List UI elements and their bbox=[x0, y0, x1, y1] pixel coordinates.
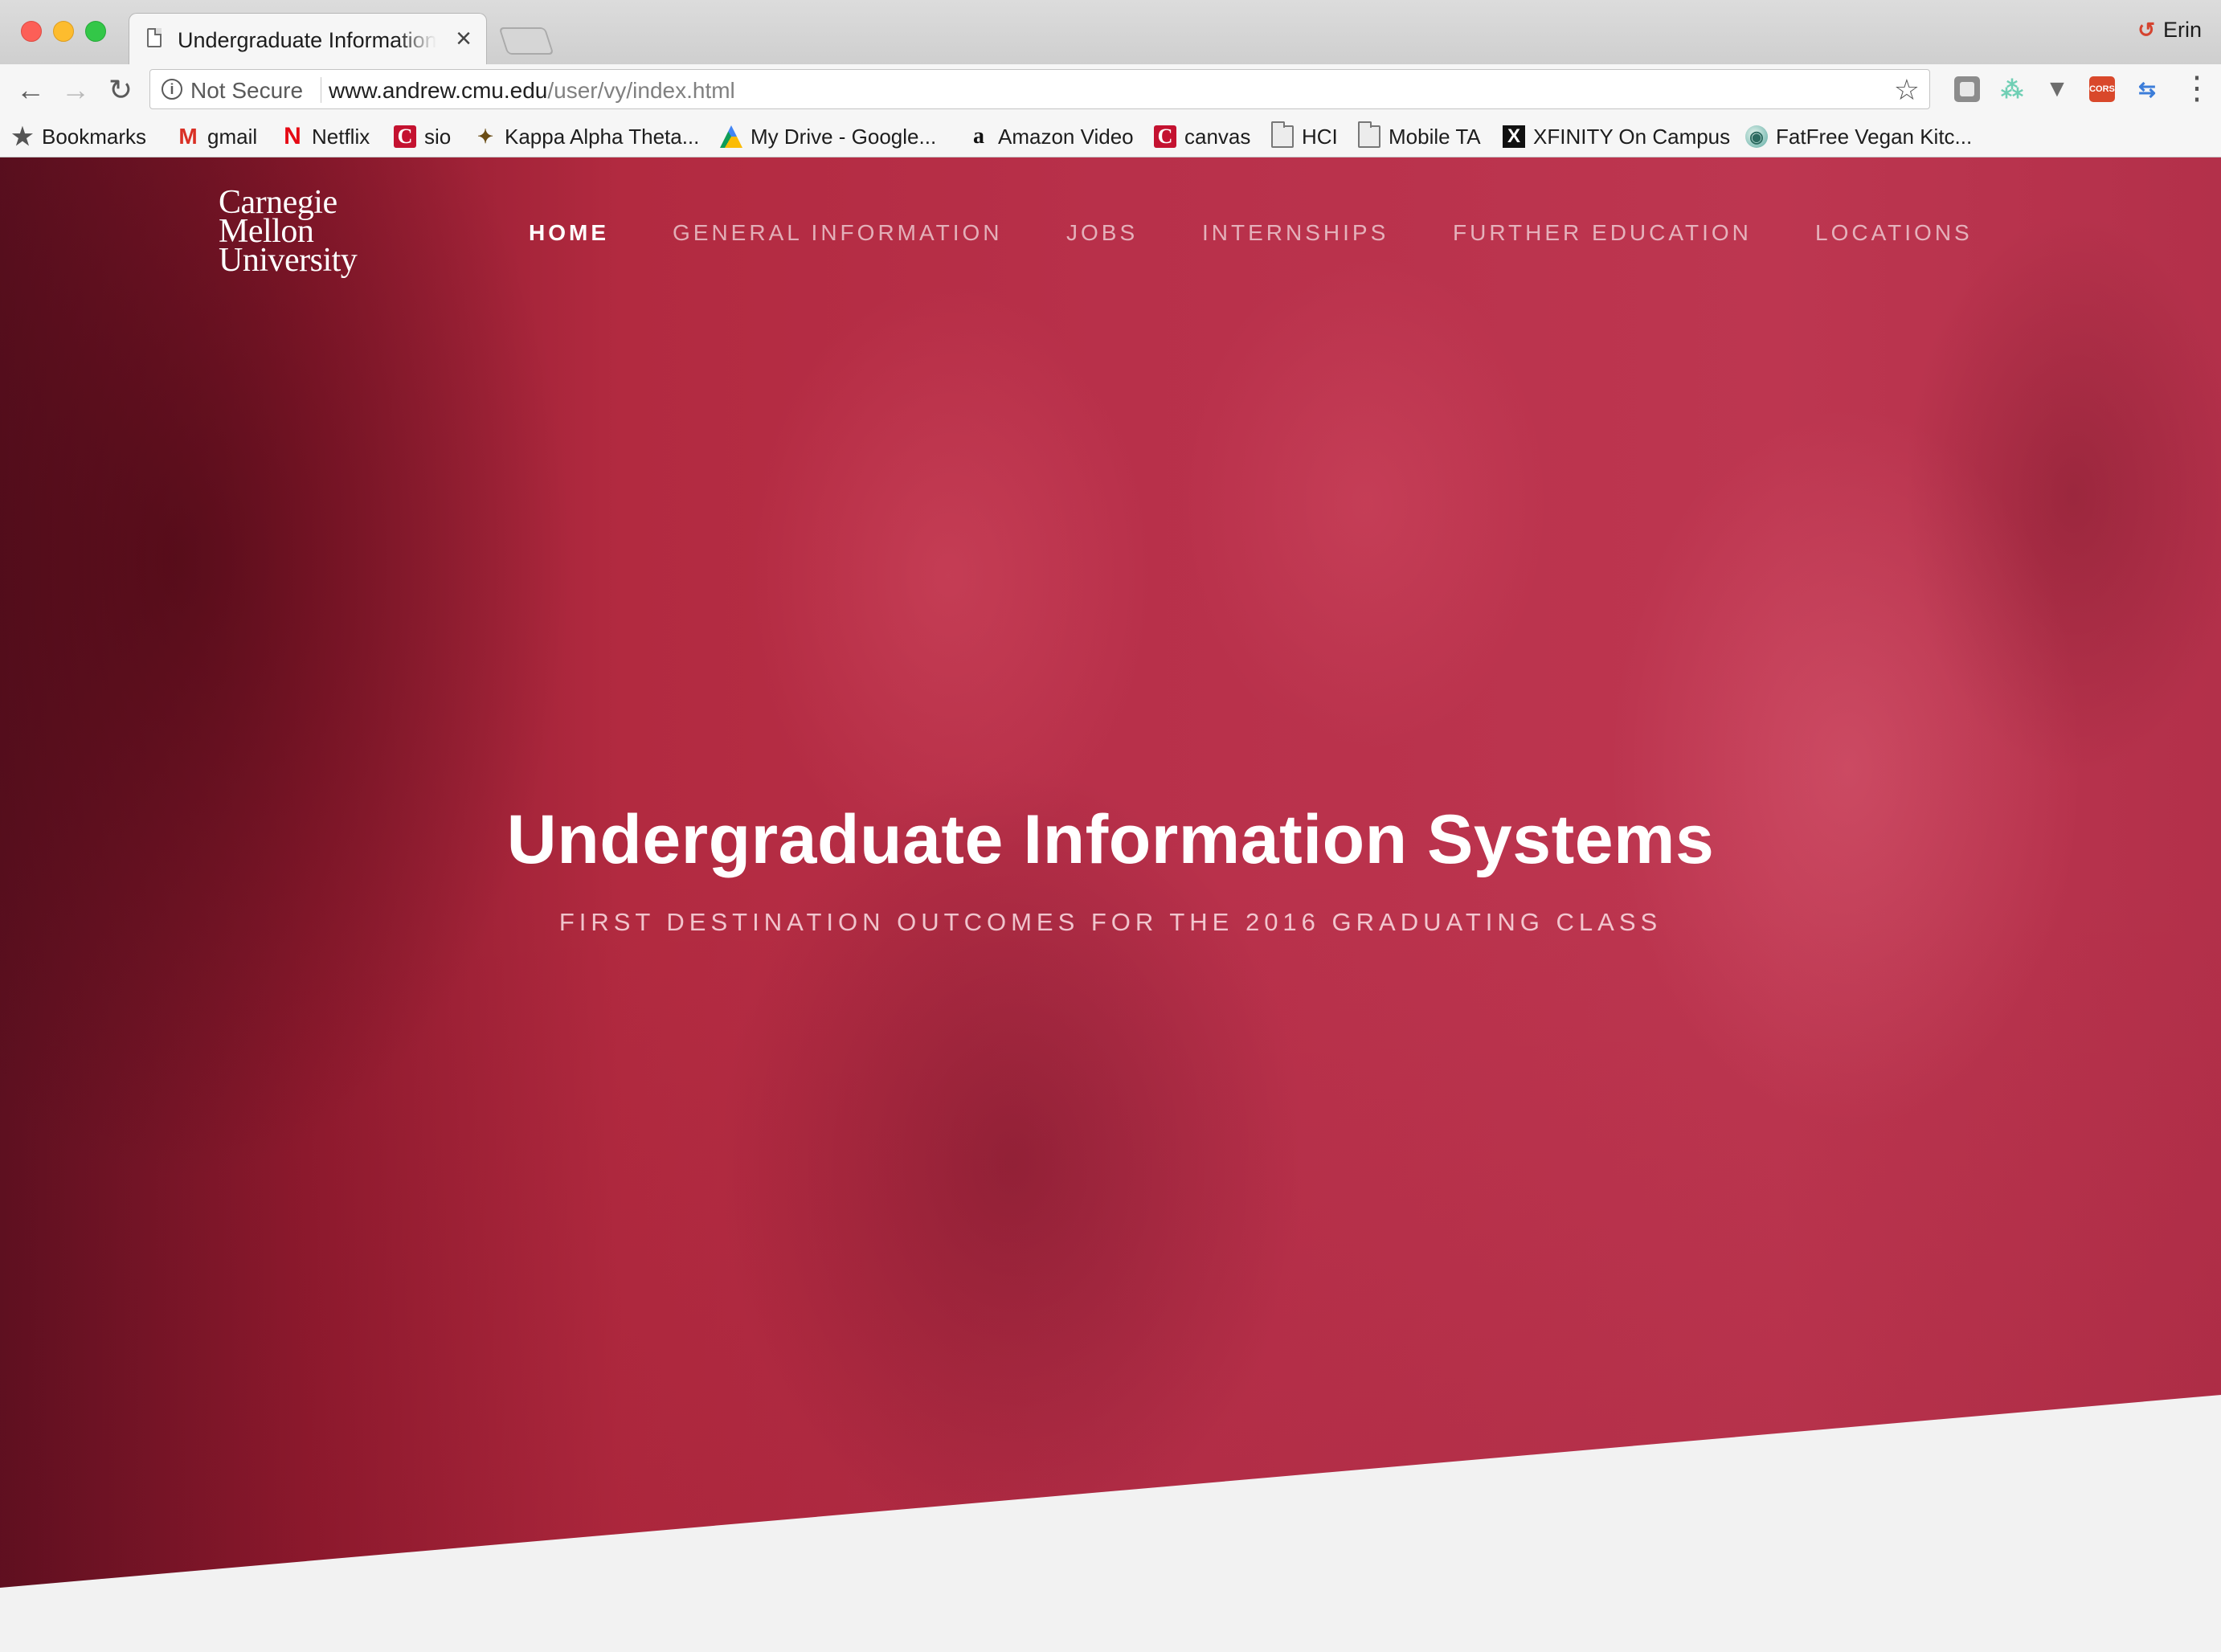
bookmark-label: Kappa Alpha Theta... bbox=[505, 124, 700, 149]
main-nav: HOME GENERAL INFORMATION JOBS INTERNSHIP… bbox=[0, 220, 2221, 252]
extension-network-icon[interactable]: ⁂ bbox=[1999, 76, 2025, 102]
tab-strip: Undergraduate Information Systems × ↺ Er… bbox=[0, 0, 2221, 65]
bookmark-gmail[interactable]: M gmail bbox=[177, 122, 257, 151]
extension-arrows-icon[interactable]: ⇆ bbox=[2134, 76, 2160, 102]
browser-chrome: Undergraduate Information Systems × ↺ Er… bbox=[0, 0, 2221, 157]
sync-error-icon: ↺ bbox=[2137, 18, 2155, 42]
cmu-icon: C bbox=[1154, 125, 1176, 148]
back-icon[interactable]: ← bbox=[13, 72, 48, 108]
folder-icon bbox=[1271, 121, 1294, 148]
bookmark-label: FatFree Vegan Kitc... bbox=[1776, 124, 1973, 149]
window-close-button[interactable] bbox=[21, 21, 42, 42]
bookmark-label: Amazon Video bbox=[998, 124, 1134, 149]
bookmark-hci-folder[interactable]: HCI bbox=[1271, 121, 1338, 151]
bookmark-label: My Drive - Google... bbox=[751, 124, 937, 149]
folder-icon bbox=[1358, 121, 1380, 148]
bookmark-label: HCI bbox=[1302, 124, 1338, 149]
nav-internships[interactable]: INTERNSHIPS bbox=[1202, 220, 1389, 246]
netflix-icon: N bbox=[284, 123, 301, 149]
hero-subtitle: FIRST DESTINATION OUTCOMES FOR THE 2016 … bbox=[558, 908, 1663, 936]
bookmark-label: XFINITY On Campus bbox=[1533, 124, 1731, 149]
browser-tab[interactable]: Undergraduate Information Systems × bbox=[129, 13, 487, 64]
bookmark-mobile-ta-folder[interactable]: Mobile TA bbox=[1358, 121, 1481, 151]
extension-shield-icon[interactable] bbox=[1954, 76, 1980, 102]
bookmark-sio[interactable]: C sio bbox=[394, 122, 451, 151]
extension-v-icon[interactable]: ▼ bbox=[2044, 76, 2070, 102]
bookmark-label: gmail bbox=[207, 124, 258, 149]
hero-section: Carnegie Mellon University HOME GENERAL … bbox=[0, 157, 2221, 1588]
url-text[interactable]: www.andrew.cmu.edu/user/vy/index.html bbox=[329, 78, 735, 104]
kappa-icon: ✦ bbox=[477, 125, 494, 148]
security-label[interactable]: Not Secure bbox=[190, 78, 303, 104]
cmu-icon: C bbox=[394, 125, 416, 148]
bookmark-label: Netflix bbox=[312, 124, 370, 149]
page-viewport[interactable]: Carnegie Mellon University HOME GENERAL … bbox=[0, 157, 2221, 1652]
fatfree-icon: ◉ bbox=[1745, 125, 1768, 148]
new-tab-button[interactable] bbox=[498, 27, 554, 55]
window-maximize-button[interactable] bbox=[85, 21, 106, 42]
xfinity-icon: X bbox=[1503, 125, 1525, 148]
browser-toolbar: ← → ↻ i Not Secure www.andrew.cmu.edu/us… bbox=[0, 64, 2221, 116]
nav-home[interactable]: HOME bbox=[529, 220, 609, 246]
bookmark-xfinity[interactable]: X XFINITY On Campus bbox=[1503, 122, 1730, 151]
bookmark-label: sio bbox=[424, 124, 452, 149]
bookmark-bookmarks[interactable]: ★ Bookmarks bbox=[11, 122, 147, 151]
browser-menu-icon[interactable]: ⋮ bbox=[2181, 71, 2213, 106]
extension-cors-icon[interactable]: CORS bbox=[2089, 76, 2115, 102]
url-path: /user/vy/index.html bbox=[547, 78, 735, 103]
tab-title: Undergraduate Information Systems bbox=[178, 28, 436, 52]
amazon-icon: a bbox=[973, 124, 984, 149]
profile-name: Erin bbox=[2162, 18, 2202, 42]
tab-close-icon[interactable]: × bbox=[456, 23, 472, 55]
nav-further-education[interactable]: FURTHER EDUCATION bbox=[1453, 220, 1752, 246]
bookmark-star-icon[interactable]: ☆ bbox=[1894, 73, 1920, 107]
nav-jobs[interactable]: JOBS bbox=[1066, 220, 1138, 246]
bookmark-fatfree-vegan[interactable]: ◉ FatFree Vegan Kitc... bbox=[1745, 122, 1972, 151]
google-drive-icon bbox=[720, 125, 742, 148]
window-minimize-button[interactable] bbox=[53, 21, 74, 42]
bookmarks-bar: ★ Bookmarks M gmail N Netflix C sio ✦ Ka… bbox=[0, 116, 2221, 157]
info-icon[interactable]: i bbox=[162, 79, 182, 100]
address-bar[interactable]: i Not Secure www.andrew.cmu.edu/user/vy/… bbox=[149, 69, 1930, 109]
nav-locations[interactable]: LOCATIONS bbox=[1815, 220, 1973, 246]
bookmark-canvas[interactable]: C canvas bbox=[1154, 122, 1250, 151]
bookmark-amazon-video[interactable]: a Amazon Video bbox=[967, 122, 1134, 151]
page-icon bbox=[147, 28, 162, 47]
url-domain: www.andrew.cmu.edu bbox=[329, 78, 548, 103]
bookmark-label: Bookmarks bbox=[42, 124, 147, 149]
forward-icon[interactable]: → bbox=[58, 72, 93, 108]
bookmark-label: Mobile TA bbox=[1389, 124, 1481, 149]
reload-icon[interactable]: ↻ bbox=[103, 72, 138, 108]
bookmark-label: canvas bbox=[1184, 124, 1251, 149]
gmail-icon: M bbox=[178, 124, 198, 149]
profile-button[interactable]: ↺ Erin bbox=[2137, 18, 2202, 43]
bookmark-kappa-alpha-theta[interactable]: ✦ Kappa Alpha Theta... bbox=[474, 122, 699, 151]
bookmark-netflix[interactable]: N Netflix bbox=[281, 122, 370, 151]
nav-general-information[interactable]: GENERAL INFORMATION bbox=[673, 220, 1002, 246]
hero-title: Undergraduate Information Systems bbox=[506, 801, 1715, 878]
star-icon: ★ bbox=[11, 123, 34, 150]
bookmark-google-drive[interactable]: My Drive - Google... bbox=[720, 122, 936, 151]
